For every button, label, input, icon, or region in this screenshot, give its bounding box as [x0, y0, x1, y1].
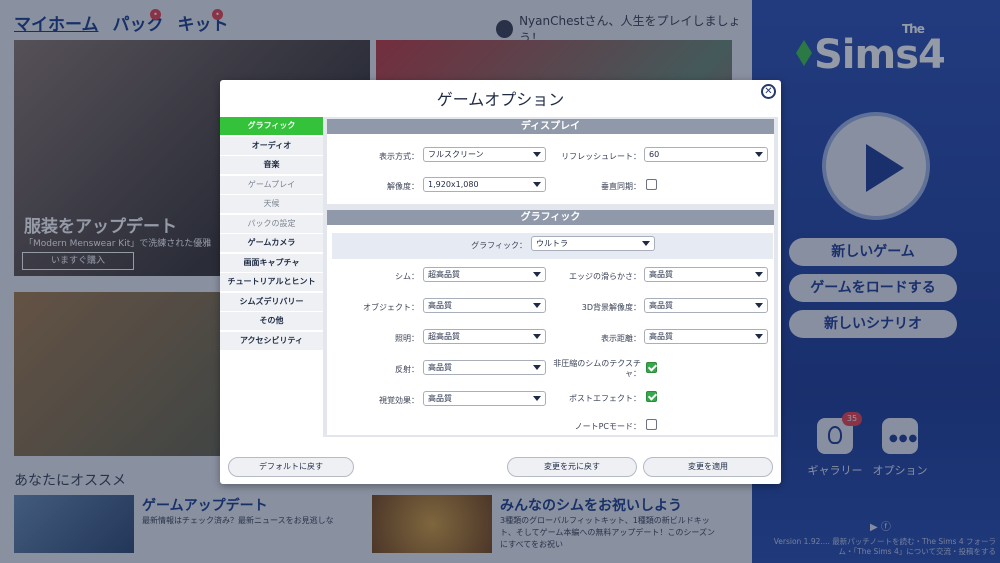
- uncompressed-textures-label: 非圧縮のシムのテクスチャ：: [553, 359, 641, 378]
- laptop-mode-label: ノートPCモード：: [574, 422, 641, 431]
- 3d-scene-resolution-value: 高品質: [649, 301, 673, 310]
- uncompressed-textures-checkbox[interactable]: [646, 362, 657, 373]
- edge-smoothing-value: 高品質: [649, 270, 673, 279]
- dialog-title: ゲームオプション: [436, 90, 565, 109]
- view-distance-label: 表示距離：: [601, 334, 641, 343]
- lighting-label: 照明：: [395, 334, 419, 343]
- chevron-down-icon: [642, 241, 650, 246]
- reflections-dropdown[interactable]: 高品質: [423, 360, 546, 375]
- sims-quality-dropdown[interactable]: 超高品質: [423, 267, 546, 282]
- chevron-down-icon: [533, 182, 541, 187]
- chevron-down-icon: [755, 152, 763, 157]
- resolution-dropdown[interactable]: 1,920x1,080: [423, 177, 546, 192]
- menu-item: パックの設定: [220, 214, 323, 233]
- vsync-label: 垂直同期：: [601, 182, 641, 191]
- chevron-down-icon: [533, 365, 541, 370]
- post-effects-checkbox[interactable]: [646, 391, 657, 402]
- menu-item[interactable]: 音楽: [220, 156, 323, 174]
- graphics-panel: グラフィック： ウルトラ シム： 超高品質 エッジの滑らかさ： 高品質 オブジェ…: [327, 225, 774, 435]
- chevron-down-icon: [755, 272, 763, 277]
- display-mode-label: 表示方式：: [379, 152, 419, 161]
- lighting-dropdown[interactable]: 超高品質: [423, 329, 546, 344]
- graphics-preset-label: グラフィック：: [471, 241, 527, 250]
- menu-item[interactable]: シムズデリバリー: [220, 292, 323, 311]
- sims-quality-label: シム：: [395, 272, 419, 281]
- edge-smoothing-label: エッジの滑らかさ：: [569, 272, 641, 281]
- visual-effects-dropdown[interactable]: 高品質: [423, 391, 546, 406]
- vsync-checkbox[interactable]: [646, 179, 657, 190]
- menu-item[interactable]: グラフィック: [220, 117, 323, 135]
- laptop-mode-checkbox[interactable]: [646, 419, 657, 430]
- refresh-rate-label: リフレッシュレート：: [561, 152, 641, 161]
- graphics-preset-dropdown[interactable]: ウルトラ: [531, 236, 655, 251]
- lighting-value: 超高品質: [428, 332, 460, 341]
- resolution-label: 解像度：: [387, 182, 419, 191]
- menu-item: ゲームプレイ: [220, 175, 323, 194]
- display-panel: 表示方式： フルスクリーン リフレッシュレート： 60 解像度： 1,920x1…: [327, 134, 774, 204]
- objects-quality-value: 高品質: [428, 301, 452, 310]
- visual-effects-value: 高品質: [428, 394, 452, 403]
- menu-item[interactable]: 画面キャプチャ: [220, 253, 323, 272]
- menu-item: 天候: [220, 195, 323, 213]
- visual-effects-label: 視覚効果：: [379, 396, 419, 405]
- reflections-value: 高品質: [428, 363, 452, 372]
- display-mode-dropdown[interactable]: フルスクリーン: [423, 147, 546, 162]
- options-menu: グラフィック オーディオ 音楽 ゲームプレイ 天候 パックの設定 ゲームカメラ 画面キャプチャ…: [220, 117, 323, 351]
- apply-changes-button[interactable]: 変更を適用: [643, 457, 773, 477]
- objects-quality-label: オブジェクト：: [363, 303, 419, 312]
- 3d-scene-resolution-dropdown[interactable]: 高品質: [644, 298, 768, 313]
- sims-quality-value: 超高品質: [428, 270, 460, 279]
- resolution-value: 1,920x1,080: [428, 180, 479, 189]
- post-effects-label: ポストエフェクト：: [569, 394, 641, 403]
- menu-item[interactable]: ゲームカメラ: [220, 234, 323, 252]
- menu-item[interactable]: オーディオ: [220, 136, 323, 155]
- 3d-scene-resolution-label: 3D背景解像度：: [581, 303, 641, 312]
- game-options-dialog: ゲームオプション ✕ グラフィック オーディオ 音楽 ゲームプレイ 天候 パックの設定 ゲー…: [220, 80, 781, 484]
- menu-item[interactable]: チュートリアルとヒント: [220, 273, 323, 291]
- chevron-down-icon: [755, 303, 763, 308]
- menu-item[interactable]: その他: [220, 312, 323, 330]
- graphics-section-header: グラフィック: [327, 210, 774, 225]
- refresh-rate-value: 60: [649, 150, 660, 159]
- graphics-preset-value: ウルトラ: [536, 239, 568, 248]
- display-section-header: ディスプレイ: [327, 119, 774, 134]
- display-mode-value: フルスクリーン: [428, 150, 484, 159]
- revert-changes-button[interactable]: 変更を元に戻す: [507, 457, 637, 477]
- view-distance-value: 高品質: [649, 332, 673, 341]
- restore-defaults-button[interactable]: デフォルトに戻す: [228, 457, 354, 477]
- close-icon[interactable]: ✕: [761, 84, 776, 99]
- reflections-label: 反射：: [395, 365, 419, 374]
- edge-smoothing-dropdown[interactable]: 高品質: [644, 267, 768, 282]
- refresh-rate-dropdown[interactable]: 60: [644, 147, 768, 162]
- chevron-down-icon: [533, 152, 541, 157]
- chevron-down-icon: [755, 334, 763, 339]
- objects-quality-dropdown[interactable]: 高品質: [423, 298, 546, 313]
- options-content: ディスプレイ 表示方式： フルスクリーン リフレッシュレート： 60 解像度： …: [323, 117, 778, 437]
- menu-item[interactable]: アクセシビリティ: [220, 331, 323, 350]
- view-distance-dropdown[interactable]: 高品質: [644, 329, 768, 344]
